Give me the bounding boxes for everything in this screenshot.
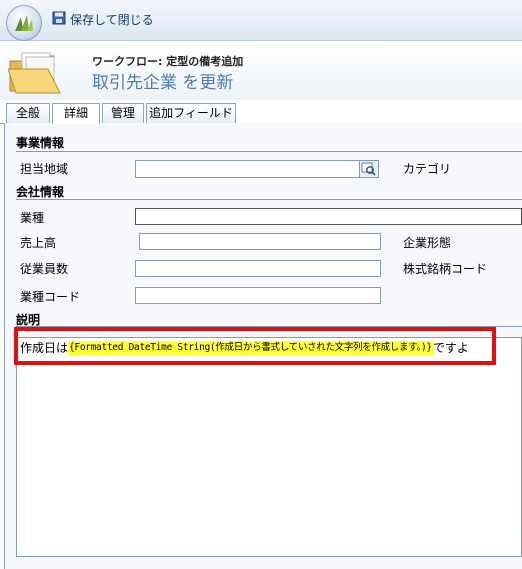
- lookup-icon: [360, 162, 378, 180]
- category-label: カテゴリ: [403, 162, 452, 176]
- section-divider: [16, 151, 522, 152]
- lookup-button[interactable]: [359, 160, 379, 178]
- tab-admin[interactable]: 管理: [102, 103, 144, 123]
- description-content: 作成日は {Formatted DateTime String(作成日から書式し…: [20, 339, 469, 356]
- employees-label: 従業員数: [20, 262, 69, 276]
- ribbon-toolbar: 保存して閉じる: [0, 0, 522, 41]
- crm-logo-icon[interactable]: [6, 5, 42, 41]
- industry-label: 業種: [20, 211, 45, 225]
- ownership-label: 企業形態: [403, 236, 452, 250]
- page-title: 取引先企業 を更新: [92, 73, 234, 93]
- tab-details[interactable]: 詳細: [52, 103, 100, 124]
- description-textarea[interactable]: [16, 337, 522, 557]
- section-title-company: 会社情報: [16, 185, 65, 199]
- tab-bar: 全般 詳細 管理 追加フィールド: [0, 101, 522, 124]
- sic-code-field[interactable]: [135, 287, 381, 304]
- save-disk-icon: [52, 11, 66, 28]
- tab-additional-fields[interactable]: 追加フィールド: [146, 103, 236, 123]
- sic-code-label: 業種コード: [20, 290, 81, 304]
- revenue-label: 売上高: [20, 236, 57, 250]
- ticker-label: 株式銘柄コード: [403, 262, 488, 276]
- employees-field[interactable]: [135, 260, 381, 277]
- tab-general[interactable]: 全般: [6, 103, 50, 123]
- dynamic-value-token[interactable]: {Formatted DateTime String(作成日から書式していされた…: [68, 340, 433, 355]
- territory-label: 担当地域: [20, 162, 69, 176]
- territory-field[interactable]: [135, 160, 361, 178]
- industry-field[interactable]: [135, 208, 522, 225]
- section-title-business: 事業情報: [16, 136, 65, 150]
- workflow-label: ワークフロー: 定型の備考追加: [92, 55, 244, 68]
- revenue-field[interactable]: [139, 233, 381, 250]
- save-and-close-button[interactable]: 保存して閉じる: [52, 10, 154, 28]
- section-divider: [16, 199, 522, 200]
- section-divider: [16, 326, 522, 327]
- description-suffix: ですよ: [432, 341, 469, 355]
- folder-icon: [7, 51, 66, 100]
- form-header: ワークフロー: 定型の備考追加 取引先企業 を更新: [0, 41, 522, 100]
- save-and-close-label: 保存して閉じる: [70, 12, 154, 27]
- description-prefix: 作成日は: [20, 341, 69, 355]
